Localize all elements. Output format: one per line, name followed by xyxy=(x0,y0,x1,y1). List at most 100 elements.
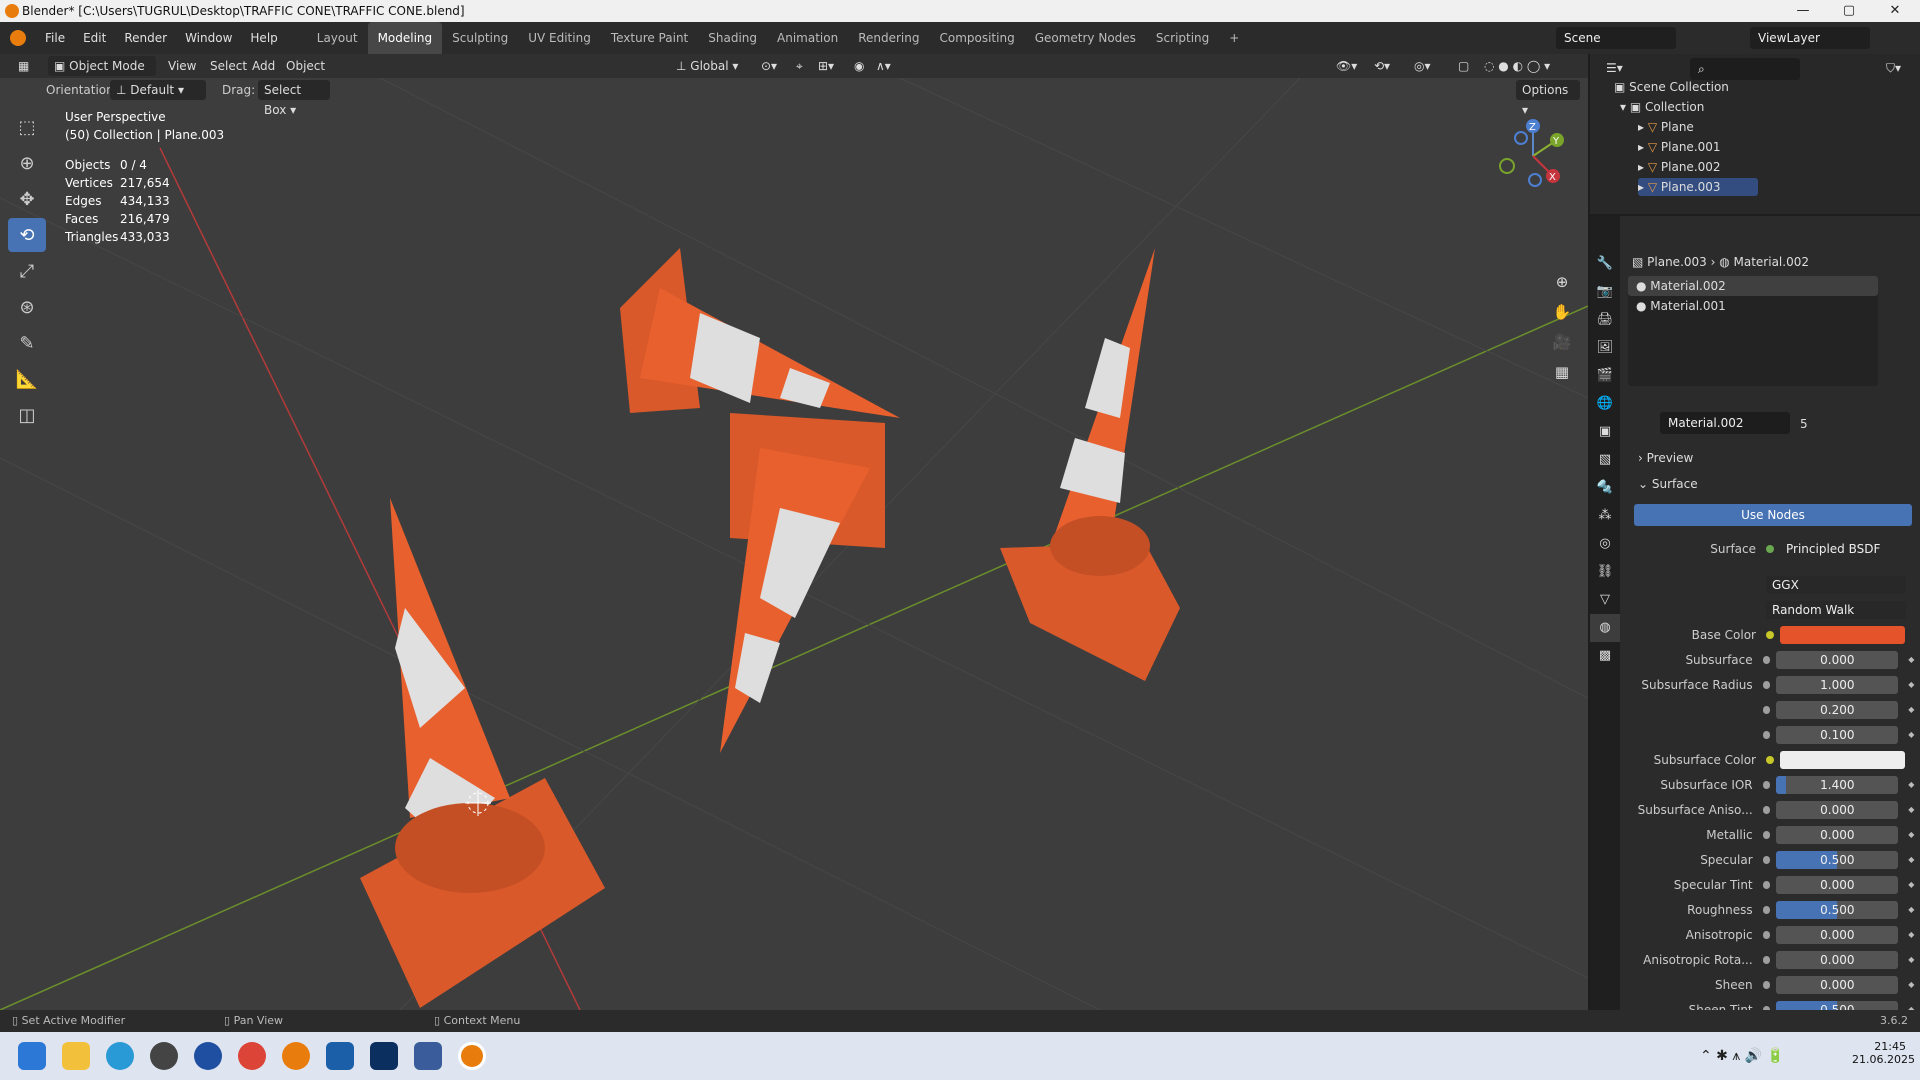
menu-object[interactable]: Object xyxy=(280,56,331,76)
surface-shader-field[interactable]: Principled BSDF xyxy=(1780,540,1905,558)
property-value-field[interactable]: 0.000 xyxy=(1776,876,1899,894)
calculator-icon[interactable] xyxy=(414,1042,442,1070)
snap-icon[interactable]: ⌖ xyxy=(790,56,809,76)
menu-view[interactable]: View xyxy=(162,56,202,76)
tool-tab-icon[interactable]: 🔧 xyxy=(1590,250,1620,278)
modifier-tab-icon[interactable]: 🔩 xyxy=(1590,474,1620,502)
mode-selector[interactable]: ▣ Object Mode ▾ xyxy=(48,56,156,93)
shading-modes[interactable]: ◌ ● ◐ ◯ ▾ xyxy=(1478,56,1572,76)
move-tool-icon[interactable]: ✥ xyxy=(8,182,46,216)
surface-panel-header[interactable]: ⌄ Surface xyxy=(1632,474,1704,494)
proportional-edit-icon[interactable]: ◉ xyxy=(848,56,870,76)
close-button[interactable]: ✕ xyxy=(1872,0,1918,22)
tab-animation[interactable]: Animation xyxy=(767,22,848,54)
constraints-tab-icon[interactable]: ⛓ xyxy=(1590,558,1620,586)
blender-menu-icon[interactable] xyxy=(10,30,26,46)
tab-scripting[interactable]: Scripting xyxy=(1146,22,1219,54)
tab-uv-editing[interactable]: UV Editing xyxy=(518,22,601,54)
tab-texture-paint[interactable]: Texture Paint xyxy=(601,22,698,54)
add-workspace-button[interactable]: + xyxy=(1219,22,1249,54)
particles-tab-icon[interactable]: ⁂ xyxy=(1590,502,1620,530)
annotate-tool-icon[interactable]: ✎ xyxy=(8,326,46,360)
filter-icon[interactable]: ⛉▾ xyxy=(1880,58,1907,78)
keyframe-icon[interactable]: ◆ xyxy=(1908,856,1916,864)
tab-geometry-nodes[interactable]: Geometry Nodes xyxy=(1025,22,1146,54)
photoshop-icon[interactable] xyxy=(370,1042,398,1070)
output-tab-icon[interactable]: 🖨 xyxy=(1590,306,1620,334)
menu-window[interactable]: Window xyxy=(176,22,241,54)
subsurface-method-dropdown[interactable]: Random Walk xyxy=(1766,601,1906,619)
keyframe-icon[interactable]: ◆ xyxy=(1908,706,1916,714)
object-tab-icon[interactable]: ▧ xyxy=(1590,446,1620,474)
edge-icon[interactable] xyxy=(106,1042,134,1070)
property-value-field[interactable]: 0.000 xyxy=(1776,951,1899,969)
view-layer-selector[interactable]: ViewLayer xyxy=(1750,27,1870,49)
camera-view-icon[interactable]: 🎥 xyxy=(1550,333,1574,357)
world-tab-icon[interactable]: 🌐 xyxy=(1590,390,1620,418)
drag-selector[interactable]: Select Box ▾ xyxy=(258,80,330,117)
physics-tab-icon[interactable]: ◎ xyxy=(1590,530,1620,558)
property-value-field[interactable]: 0.000 xyxy=(1776,976,1899,994)
tab-sculpting[interactable]: Sculpting xyxy=(442,22,518,54)
use-nodes-button[interactable]: Use Nodes xyxy=(1634,504,1912,526)
keyframe-icon[interactable]: ◆ xyxy=(1908,656,1916,664)
snap-target-icon[interactable]: ⊞▾ xyxy=(812,56,840,76)
measure-tool-icon[interactable]: 📐 xyxy=(8,362,46,396)
visibility-icon[interactable]: 👁▾ xyxy=(1330,56,1363,76)
keyframe-icon[interactable]: ◆ xyxy=(1908,781,1916,789)
gizmo-toggle-icon[interactable]: ⟲▾ xyxy=(1368,56,1396,76)
data-tab-icon[interactable]: ▽ xyxy=(1590,586,1620,614)
keyframe-icon[interactable]: ◆ xyxy=(1908,906,1916,914)
falloff-icon[interactable]: ∧▾ xyxy=(870,56,897,76)
property-value-field[interactable]: 0.000 xyxy=(1776,826,1899,844)
select-box-icon[interactable]: ⬚ xyxy=(8,110,46,144)
property-value-field[interactable]: 0.500 xyxy=(1776,901,1899,919)
scene-collection-item[interactable]: ▣ Scene Collection xyxy=(1614,78,1729,96)
rotate-tool-icon[interactable]: ⟲ xyxy=(8,218,46,252)
menu-render[interactable]: Render xyxy=(115,22,176,54)
xray-icon[interactable]: ▢ xyxy=(1452,56,1475,76)
keyframe-icon[interactable]: ◆ xyxy=(1908,806,1916,814)
tab-modeling[interactable]: Modeling xyxy=(367,22,443,54)
menu-file[interactable]: File xyxy=(36,22,74,54)
minimize-button[interactable]: — xyxy=(1780,0,1826,22)
view-layer-tab-icon[interactable]: 🖼 xyxy=(1590,334,1620,362)
outliner-row[interactable]: ▸ ▽ Plane.003 xyxy=(1638,178,1758,196)
material-slot[interactable]: ● Material.002 xyxy=(1628,276,1878,296)
property-value-field[interactable]: 0.000 xyxy=(1776,651,1899,669)
tab-compositing[interactable]: Compositing xyxy=(929,22,1024,54)
material-name-field[interactable]: Material.002 xyxy=(1660,412,1790,434)
base-color-swatch[interactable] xyxy=(1780,626,1905,644)
material-slot[interactable]: ● Material.001 xyxy=(1628,296,1878,316)
menu-help[interactable]: Help xyxy=(241,22,286,54)
navigation-gizmo[interactable]: Z Y X xyxy=(1495,118,1575,198)
menu-edit[interactable]: Edit xyxy=(74,22,115,54)
zoom-icon[interactable]: ⊕ xyxy=(1550,273,1574,297)
add-cube-icon[interactable]: ◫ xyxy=(8,398,46,432)
keyframe-icon[interactable]: ◆ xyxy=(1908,731,1916,739)
scene-tab-icon[interactable]: 🎬 xyxy=(1590,362,1620,390)
chrome-icon[interactable] xyxy=(238,1042,266,1070)
outliner-row[interactable]: ▸ ▽ Plane xyxy=(1638,118,1694,136)
outliner-search[interactable]: ⌕ xyxy=(1690,58,1800,80)
options-dropdown[interactable]: Options ▾ xyxy=(1516,80,1580,117)
steam-icon[interactable] xyxy=(326,1042,354,1070)
outliner-row[interactable]: ▸ ▽ Plane.001 xyxy=(1638,138,1721,156)
app-icon[interactable] xyxy=(194,1042,222,1070)
outliner-editor-icon[interactable]: ☰▾ xyxy=(1600,58,1629,78)
texture-tab-icon[interactable]: ▩ xyxy=(1590,642,1620,670)
subsurface-color-swatch[interactable] xyxy=(1780,751,1905,769)
scene-selector[interactable]: Scene xyxy=(1556,27,1676,49)
ortho-grid-icon[interactable]: ▦ xyxy=(1550,363,1574,387)
property-value-field[interactable]: 1.400 xyxy=(1776,776,1899,794)
keyframe-icon[interactable]: ◆ xyxy=(1908,681,1916,689)
3d-viewport[interactable]: User Perspective (50) Collection | Plane… xyxy=(0,78,1588,1010)
tab-layout[interactable]: Layout xyxy=(307,22,368,54)
keyframe-icon[interactable]: ◆ xyxy=(1908,981,1916,989)
property-value-field[interactable]: 0.500 xyxy=(1776,851,1899,869)
cursor-tool-icon[interactable]: ⊕ xyxy=(8,146,46,180)
outliner-row[interactable]: ▸ ▽ Plane.002 xyxy=(1638,158,1721,176)
keyframe-icon[interactable]: ◆ xyxy=(1908,881,1916,889)
material-tab-icon[interactable]: ◍ xyxy=(1590,614,1620,642)
scale-tool-icon[interactable]: ⤢ xyxy=(8,254,46,288)
